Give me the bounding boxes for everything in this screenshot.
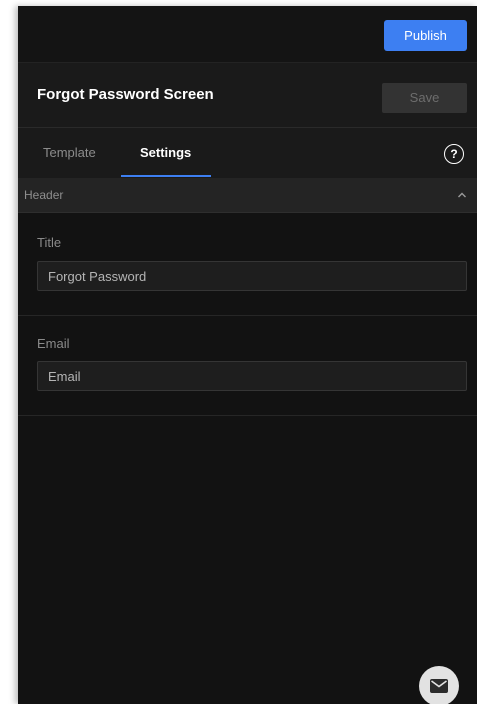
email-field-group: Email	[18, 316, 477, 416]
section-title: Header	[24, 188, 64, 202]
title-input[interactable]	[37, 261, 467, 291]
tab-template[interactable]: Template	[43, 145, 96, 160]
editor-panel: Publish Forgot Password Screen Save Temp…	[18, 6, 477, 704]
publish-button[interactable]: Publish	[384, 20, 467, 51]
help-icon[interactable]: ?	[444, 144, 464, 164]
header-section-toggle[interactable]: Header	[18, 178, 477, 213]
mail-button[interactable]	[419, 666, 459, 704]
tab-settings[interactable]: Settings	[140, 145, 191, 160]
title-field-group: Title	[18, 213, 477, 316]
mail-icon	[430, 679, 448, 693]
top-bar: Publish	[18, 6, 477, 62]
tab-bar: Template Settings ?	[18, 128, 477, 178]
screen-title: Forgot Password Screen	[37, 86, 214, 103]
screen-header: Forgot Password Screen Save	[18, 62, 477, 128]
chevron-up-icon[interactable]	[457, 190, 467, 200]
save-button[interactable]: Save	[382, 83, 467, 113]
title-label: Title	[37, 235, 62, 250]
email-input[interactable]	[37, 361, 467, 391]
email-label: Email	[37, 336, 70, 351]
active-tab-indicator	[121, 175, 211, 177]
